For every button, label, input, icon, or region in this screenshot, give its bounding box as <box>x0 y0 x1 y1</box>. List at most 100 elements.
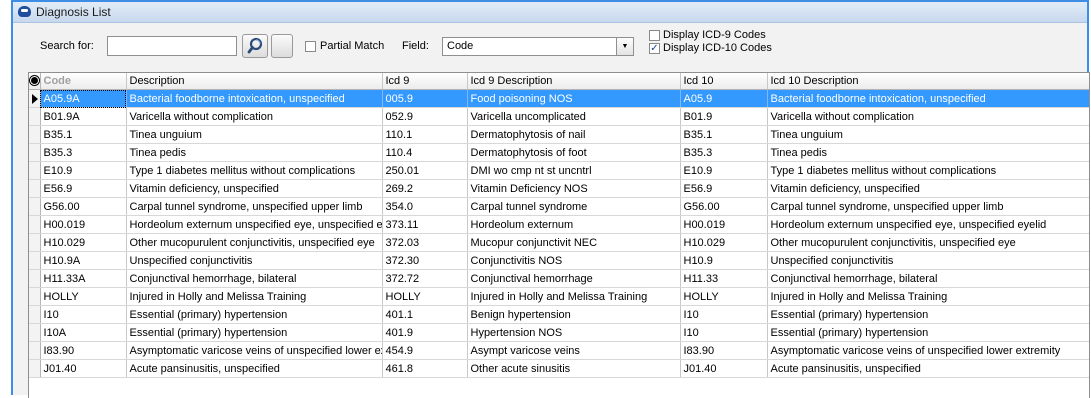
cell-icd9[interactable]: 250.01 <box>382 161 468 180</box>
cell-icd10[interactable]: H00.019 <box>680 215 768 234</box>
cell-icd10-description[interactable]: Hordeolum externum unspecified eye, unsp… <box>767 215 1089 234</box>
cell-icd9[interactable]: 005.9 <box>382 89 468 108</box>
column-header-code[interactable]: Code <box>40 73 127 90</box>
cell-icd10-description[interactable]: Bacterial foodborne intoxication, unspec… <box>767 89 1089 108</box>
table-row[interactable]: G56.00 Carpal tunnel syndrome, unspecifie… <box>29 197 1089 216</box>
row-indicator[interactable] <box>29 179 41 198</box>
column-header-icd10-description[interactable]: Icd 10 Description <box>767 73 1089 90</box>
cell-description[interactable]: Essential (primary) hypertension <box>126 305 383 324</box>
cell-icd9-description[interactable]: DMI wo cmp nt st uncntrl <box>467 161 681 180</box>
cell-code[interactable]: I83.90 <box>40 341 127 360</box>
cell-description[interactable]: Essential (primary) hypertension <box>126 323 383 342</box>
cell-icd10[interactable]: I10 <box>680 305 768 324</box>
table-row[interactable]: H00.019 Hordeolum externum unspecified ey… <box>29 215 1089 234</box>
cell-icd9[interactable]: 110.1 <box>382 125 468 144</box>
cell-description[interactable]: Type 1 diabetes mellitus without complic… <box>126 161 383 180</box>
cell-icd10[interactable]: B35.3 <box>680 143 768 162</box>
row-indicator[interactable] <box>29 233 41 252</box>
cell-icd10-description[interactable]: Conjunctival hemorrhage, bilateral <box>767 269 1089 288</box>
cell-icd9-description[interactable]: Dermatophytosis of nail <box>467 125 681 144</box>
cell-description[interactable]: Hordeolum externum unspecified eye, unsp… <box>126 215 383 234</box>
cell-icd9-description[interactable]: Hordeolum externum <box>467 215 681 234</box>
table-row[interactable]: E10.9 Type 1 diabetes mellitus without co… <box>29 161 1089 180</box>
table-row[interactable]: A05.9A Bacterial foodborne intoxication, … <box>29 89 1089 108</box>
cell-code[interactable]: A05.9A <box>40 89 127 108</box>
cell-code[interactable]: H10.029 <box>40 233 127 252</box>
search-button[interactable] <box>242 34 268 58</box>
column-header-icd10[interactable]: Icd 10 <box>680 73 768 90</box>
display-icd10-checkbox[interactable]: ✓ <box>649 43 660 54</box>
cell-icd10-description[interactable]: Acute pansinusitis, unspecified <box>767 359 1089 378</box>
row-indicator[interactable] <box>29 197 41 216</box>
cell-icd10-description[interactable]: Tinea unguium <box>767 125 1089 144</box>
table-row[interactable]: H10.029 Other mucopurulent conjunctivitis… <box>29 233 1089 252</box>
cell-description[interactable]: Asymptomatic varicose veins of unspecifi… <box>126 341 383 360</box>
cell-icd10-description[interactable]: Unspecified conjunctivitis <box>767 251 1089 270</box>
chevron-down-icon[interactable]: ▼ <box>616 38 633 55</box>
table-row[interactable]: I10 Essential (primary) hypertension 401.1… <box>29 305 1089 324</box>
cell-code[interactable]: H00.019 <box>40 215 127 234</box>
cell-icd10[interactable]: J01.40 <box>680 359 768 378</box>
row-indicator[interactable] <box>29 143 41 162</box>
row-indicator[interactable] <box>29 359 41 378</box>
cell-icd10-description[interactable]: Other mucopurulent conjunctivitis, unspe… <box>767 233 1089 252</box>
cell-icd10[interactable]: H10.9 <box>680 251 768 270</box>
cell-icd9[interactable]: 354.0 <box>382 197 468 216</box>
cell-description[interactable]: Tinea unguium <box>126 125 383 144</box>
row-indicator[interactable] <box>29 305 41 324</box>
cell-code[interactable]: HOLLY <box>40 287 127 306</box>
cell-icd9[interactable]: 461.8 <box>382 359 468 378</box>
cell-code[interactable]: H10.9A <box>40 251 127 270</box>
cell-code[interactable]: E10.9 <box>40 161 127 180</box>
cell-code[interactable]: E56.9 <box>40 179 127 198</box>
cell-description[interactable]: Vitamin deficiency, unspecified <box>126 179 383 198</box>
row-indicator[interactable] <box>29 323 41 342</box>
table-row[interactable]: I83.90 Asymptomatic varicose veins of uns… <box>29 341 1089 360</box>
cell-description[interactable]: Unspecified conjunctivitis <box>126 251 383 270</box>
cell-icd9-description[interactable]: Dermatophytosis of foot <box>467 143 681 162</box>
cell-icd9[interactable]: 401.1 <box>382 305 468 324</box>
cell-icd9-description[interactable]: Asympt varicose veins <box>467 341 681 360</box>
cell-code[interactable]: J01.40 <box>40 359 127 378</box>
cell-icd10-description[interactable]: Tinea pedis <box>767 143 1089 162</box>
cell-icd9-description[interactable]: Other acute sinusitis <box>467 359 681 378</box>
cell-icd9[interactable]: 372.03 <box>382 233 468 252</box>
cell-icd10[interactable]: H10.029 <box>680 233 768 252</box>
cell-icd10[interactable]: B01.9 <box>680 107 768 126</box>
cell-icd9-description[interactable]: Conjunctivitis NOS <box>467 251 681 270</box>
table-row[interactable]: B35.1 Tinea unguium 110.1 Dermatophytosis o… <box>29 125 1089 144</box>
cell-icd10-description[interactable]: Essential (primary) hypertension <box>767 305 1089 324</box>
blank-tool-button[interactable] <box>271 34 293 58</box>
cell-icd9-description[interactable]: Benign hypertension <box>467 305 681 324</box>
cell-icd9-description[interactable]: Injured in Holly and Melissa Training <box>467 287 681 306</box>
row-indicator[interactable] <box>29 107 41 126</box>
cell-code[interactable]: I10 <box>40 305 127 324</box>
cell-description[interactable]: Tinea pedis <box>126 143 383 162</box>
cell-description[interactable]: Injured in Holly and Melissa Training <box>126 287 383 306</box>
cell-description[interactable]: Varicella without complication <box>126 107 383 126</box>
cell-code[interactable]: I10A <box>40 323 127 342</box>
row-indicator[interactable] <box>29 89 41 108</box>
cell-icd9-description[interactable]: Hypertension NOS <box>467 323 681 342</box>
column-header-description[interactable]: Description <box>126 73 383 90</box>
cell-icd10-description[interactable]: Type 1 diabetes mellitus without complic… <box>767 161 1089 180</box>
cell-icd10-description[interactable]: Essential (primary) hypertension <box>767 323 1089 342</box>
cell-icd9-description[interactable]: Carpal tunnel syndrome <box>467 197 681 216</box>
table-row[interactable]: H11.33A Conjunctival hemorrhage, bilatera… <box>29 269 1089 288</box>
search-input[interactable] <box>107 36 237 56</box>
cell-icd9[interactable]: 110.4 <box>382 143 468 162</box>
cell-icd10-description[interactable]: Asymptomatic varicose veins of unspecifi… <box>767 341 1089 360</box>
cell-icd9-description[interactable]: Mucopur conjunctivit NEC <box>467 233 681 252</box>
partial-match-checkbox[interactable] <box>305 41 316 52</box>
cell-icd9[interactable]: 401.9 <box>382 323 468 342</box>
row-indicator[interactable] <box>29 161 41 180</box>
cell-icd10[interactable]: I83.90 <box>680 341 768 360</box>
cell-icd9[interactable]: 269.2 <box>382 179 468 198</box>
cell-code[interactable]: H11.33A <box>40 269 127 288</box>
table-row[interactable]: HOLLY Injured in Holly and Melissa Traini… <box>29 287 1089 306</box>
table-row[interactable]: B35.3 Tinea pedis 110.4 Dermatophytosis of … <box>29 143 1089 162</box>
column-header-icd9-description[interactable]: Icd 9 Description <box>467 73 681 90</box>
cell-icd10[interactable]: E10.9 <box>680 161 768 180</box>
table-row[interactable]: B01.9A Varicella without complication 052.… <box>29 107 1089 126</box>
cell-icd10-description[interactable]: Injured in Holly and Melissa Training <box>767 287 1089 306</box>
